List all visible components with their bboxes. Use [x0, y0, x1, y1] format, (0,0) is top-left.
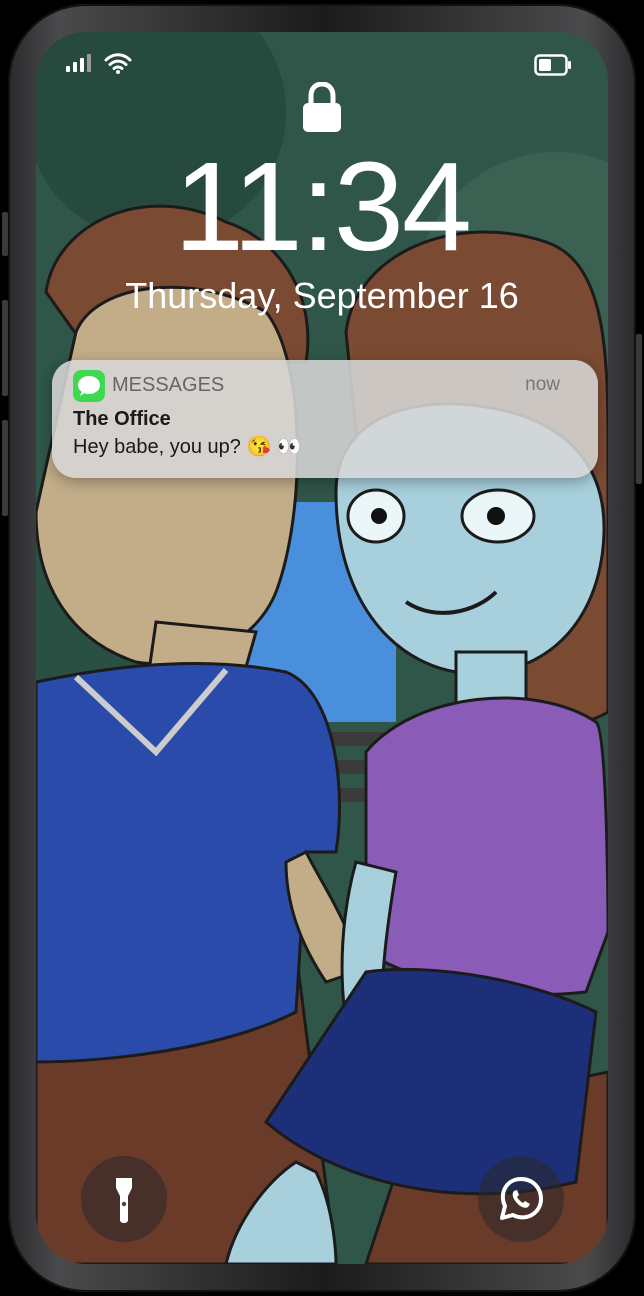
lock-screen-date: Thursday, September 16	[125, 275, 519, 316]
message-notification[interactable]: MESSAGES now The Office Hey babe, you up…	[52, 360, 598, 478]
padlock-icon	[303, 82, 341, 132]
volume-up-button	[2, 300, 8, 396]
whatsapp-button[interactable]	[478, 1156, 564, 1242]
notification-sender: The Office	[73, 408, 171, 430]
whatsapp-icon	[500, 1177, 543, 1220]
notification-app-name: MESSAGES	[112, 374, 225, 396]
notification-message: Hey babe, you up? 😘 👀	[73, 436, 302, 458]
flashlight-icon	[116, 1178, 132, 1223]
power-button	[636, 334, 642, 484]
mute-switch	[2, 212, 8, 256]
lock-screen-time: 11:34	[174, 136, 472, 277]
notification-time: now	[525, 374, 560, 395]
cellular-signal-icon	[66, 54, 91, 72]
lock-screen: 11:34 Thursday, September 16 MESSAGES no…	[36, 32, 608, 1264]
wifi-icon	[104, 53, 132, 74]
flashlight-button[interactable]	[81, 1156, 167, 1242]
volume-down-button	[2, 420, 8, 516]
battery-icon	[534, 54, 571, 76]
messages-app-icon	[73, 370, 105, 402]
